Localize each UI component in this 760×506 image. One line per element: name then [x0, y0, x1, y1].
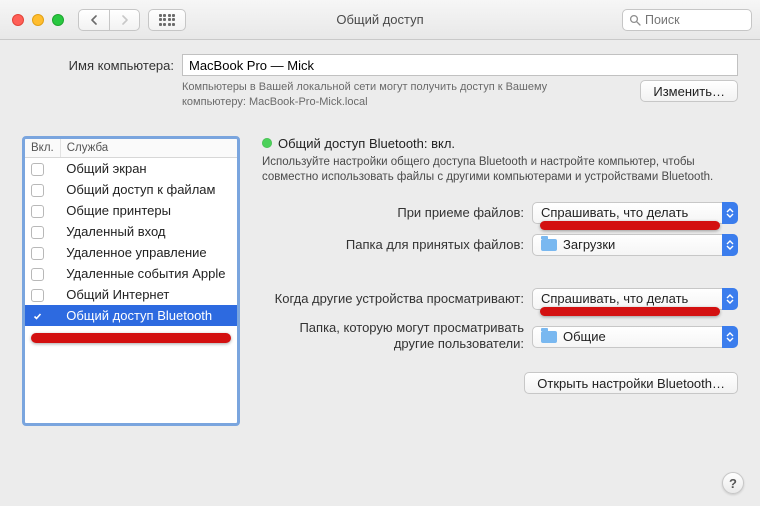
- computer-name-field[interactable]: [182, 54, 738, 76]
- computer-name-subtext: Компьютеры в Вашей локальной сети могут …: [182, 80, 640, 110]
- popup-value: Загрузки: [563, 237, 718, 252]
- service-label: Общий экран: [60, 157, 237, 179]
- service-row[interactable]: Общий Интернет: [25, 284, 237, 305]
- service-row[interactable]: Удаленный вход: [25, 221, 237, 242]
- service-row[interactable]: Удаленное управление: [25, 242, 237, 263]
- minimize-window-button[interactable]: [32, 14, 44, 26]
- service-row-selected[interactable]: Общий доступ Bluetooth: [25, 305, 237, 326]
- show-all-button[interactable]: [148, 9, 186, 31]
- service-label: Удаленный вход: [60, 221, 237, 242]
- computer-name-section: Имя компьютера: Компьютеры в Вашей локал…: [0, 40, 760, 118]
- change-name-button[interactable]: Изменить…: [640, 80, 738, 102]
- service-checkbox[interactable]: [31, 289, 44, 302]
- grid-icon: [159, 14, 176, 26]
- forward-button[interactable]: [109, 10, 139, 30]
- search-icon: [629, 14, 641, 26]
- popup-arrows-icon: [722, 326, 738, 348]
- label-received-folder: Папка для принятых файлов:: [262, 237, 532, 252]
- nav-back-forward: [78, 9, 140, 31]
- service-label: Удаленное управление: [60, 242, 237, 263]
- service-label: Удаленные события Apple: [60, 263, 237, 284]
- popup-browse-folder[interactable]: Общие: [532, 326, 738, 348]
- service-checkbox[interactable]: [31, 205, 44, 218]
- search-input[interactable]: [645, 13, 745, 27]
- status-description: Используйте настройки общего доступа Blu…: [262, 155, 738, 186]
- service-label: Общий доступ Bluetooth: [60, 305, 237, 326]
- open-bluetooth-settings-button[interactable]: Открыть настройки Bluetooth…: [524, 372, 738, 394]
- service-row[interactable]: Общие принтеры: [25, 200, 237, 221]
- folder-icon: [541, 239, 557, 251]
- label-browse: Когда другие устройства просматривают:: [262, 291, 532, 306]
- service-checkbox[interactable]: [31, 184, 44, 197]
- computer-name-label: Имя компьютера:: [22, 58, 174, 73]
- popup-value: Общие: [563, 329, 718, 344]
- label-receive-files: При приеме файлов:: [262, 205, 532, 220]
- help-button[interactable]: ?: [722, 472, 744, 494]
- annotation-strike: [31, 333, 231, 343]
- folder-icon: [541, 331, 557, 343]
- service-label: Общий Интернет: [60, 284, 237, 305]
- window-controls: [12, 14, 64, 26]
- service-checkbox[interactable]: [31, 268, 44, 281]
- maximize-window-button[interactable]: [52, 14, 64, 26]
- chevron-left-icon: [90, 15, 98, 25]
- annotation-underline: [540, 221, 720, 230]
- status-indicator-icon: [262, 138, 272, 148]
- column-on[interactable]: Вкл.: [25, 139, 60, 158]
- service-row[interactable]: Удаленные события Apple: [25, 263, 237, 284]
- popup-arrows-icon: [722, 202, 738, 224]
- popup-received-folder[interactable]: Загрузки: [532, 234, 738, 256]
- titlebar: Общий доступ: [0, 0, 760, 40]
- column-service[interactable]: Служба: [60, 139, 237, 158]
- services-sidebar: Вкл. Служба Общий экран Общий доступ к ф…: [22, 136, 240, 426]
- back-button[interactable]: [79, 10, 109, 30]
- chevron-right-icon: [121, 15, 129, 25]
- popup-arrows-icon: [722, 288, 738, 310]
- detail-pane: Общий доступ Bluetooth: вкл. Используйте…: [262, 136, 738, 426]
- popup-value: Спрашивать, что делать: [541, 205, 718, 220]
- service-checkbox[interactable]: [31, 247, 44, 260]
- service-checkbox[interactable]: [31, 163, 44, 176]
- popup-arrows-icon: [722, 234, 738, 256]
- service-row[interactable]: Общий доступ к файлам: [25, 179, 237, 200]
- search-field[interactable]: [622, 9, 752, 31]
- close-window-button[interactable]: [12, 14, 24, 26]
- main-content: Вкл. Служба Общий экран Общий доступ к ф…: [0, 118, 760, 440]
- service-checkbox[interactable]: [31, 310, 44, 323]
- status-title: Общий доступ Bluetooth: вкл.: [278, 136, 455, 151]
- service-checkbox[interactable]: [31, 226, 44, 239]
- service-row[interactable]: Общий экран: [25, 157, 237, 179]
- service-label: Общие принтеры: [60, 200, 237, 221]
- service-label: Общий доступ к файлам: [60, 179, 237, 200]
- popup-value: Спрашивать, что делать: [541, 291, 718, 306]
- annotation-underline: [540, 307, 720, 316]
- label-browse-folder: Папка, которую могут просматривать други…: [262, 320, 532, 353]
